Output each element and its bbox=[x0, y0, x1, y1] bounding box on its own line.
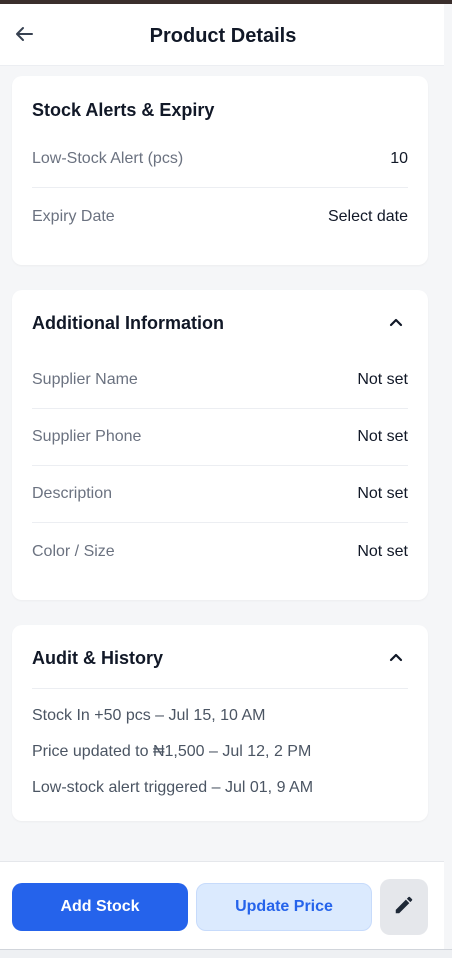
audit-divider bbox=[32, 688, 408, 689]
description-row[interactable]: Description Not set bbox=[32, 466, 408, 523]
expiry-date-value[interactable]: Select date bbox=[328, 208, 408, 226]
low-stock-alert-value[interactable]: 10 bbox=[390, 150, 408, 168]
history-entry: Price updated to ₦1,500 – Jul 12, 2 PM bbox=[32, 743, 312, 760]
expiry-date-row[interactable]: Expiry Date Select date bbox=[32, 188, 408, 245]
supplier-name-row[interactable]: Supplier Name Not set bbox=[32, 352, 408, 409]
supplier-name-label: Supplier Name bbox=[32, 371, 138, 388]
supplier-phone-row[interactable]: Supplier Phone Not set bbox=[32, 409, 408, 466]
chevron-up-icon[interactable] bbox=[384, 646, 408, 670]
edit-button[interactable] bbox=[380, 879, 428, 935]
low-stock-alert-row[interactable]: Low-Stock Alert (pcs) 10 bbox=[32, 131, 408, 188]
low-stock-alert-label: Low-Stock Alert (pcs) bbox=[32, 150, 184, 167]
additional-info-title: Additional Information bbox=[32, 313, 224, 333]
supplier-phone-value[interactable]: Not set bbox=[357, 428, 408, 446]
supplier-name-value[interactable]: Not set bbox=[357, 371, 408, 389]
color-size-label: Color / Size bbox=[32, 542, 115, 560]
stock-alerts-title: Stock Alerts & Expiry bbox=[32, 100, 215, 120]
expiry-date-label: Expiry Date bbox=[32, 207, 115, 225]
description-value[interactable]: Not set bbox=[357, 485, 408, 503]
system-taskbar bbox=[0, 949, 452, 958]
description-label: Description bbox=[32, 485, 113, 502]
stock-alerts-card: Stock Alerts & Expiry Low-Stock Alert (p… bbox=[12, 76, 428, 265]
history-entry: Low-stock alert triggered – Jul 01, 9 AM bbox=[32, 779, 314, 796]
history-entry: Stock In +50 pcs – Jul 15, 10 AM bbox=[32, 707, 266, 724]
page-title: Product Details bbox=[149, 25, 297, 47]
supplier-phone-label: Supplier Phone bbox=[32, 428, 142, 445]
color-size-row[interactable]: Color / Size Not set bbox=[32, 523, 408, 580]
app-header: Product Details bbox=[0, 4, 444, 66]
audit-history-title: Audit & History bbox=[32, 648, 164, 668]
scrollbar[interactable] bbox=[444, 4, 452, 950]
add-stock-button[interactable]: Add Stock bbox=[12, 883, 188, 931]
bottom-action-bar: Add Stock Update Price bbox=[0, 861, 444, 949]
chevron-up-icon[interactable] bbox=[384, 311, 408, 335]
color-size-value[interactable]: Not set bbox=[357, 543, 408, 561]
update-price-button[interactable]: Update Price bbox=[196, 883, 372, 931]
audit-history-card: Audit & History Stock In +50 pcs – Jul 1… bbox=[12, 625, 428, 821]
pencil-icon bbox=[393, 894, 415, 921]
additional-info-card: Additional Information Supplier Name Not… bbox=[12, 290, 428, 600]
